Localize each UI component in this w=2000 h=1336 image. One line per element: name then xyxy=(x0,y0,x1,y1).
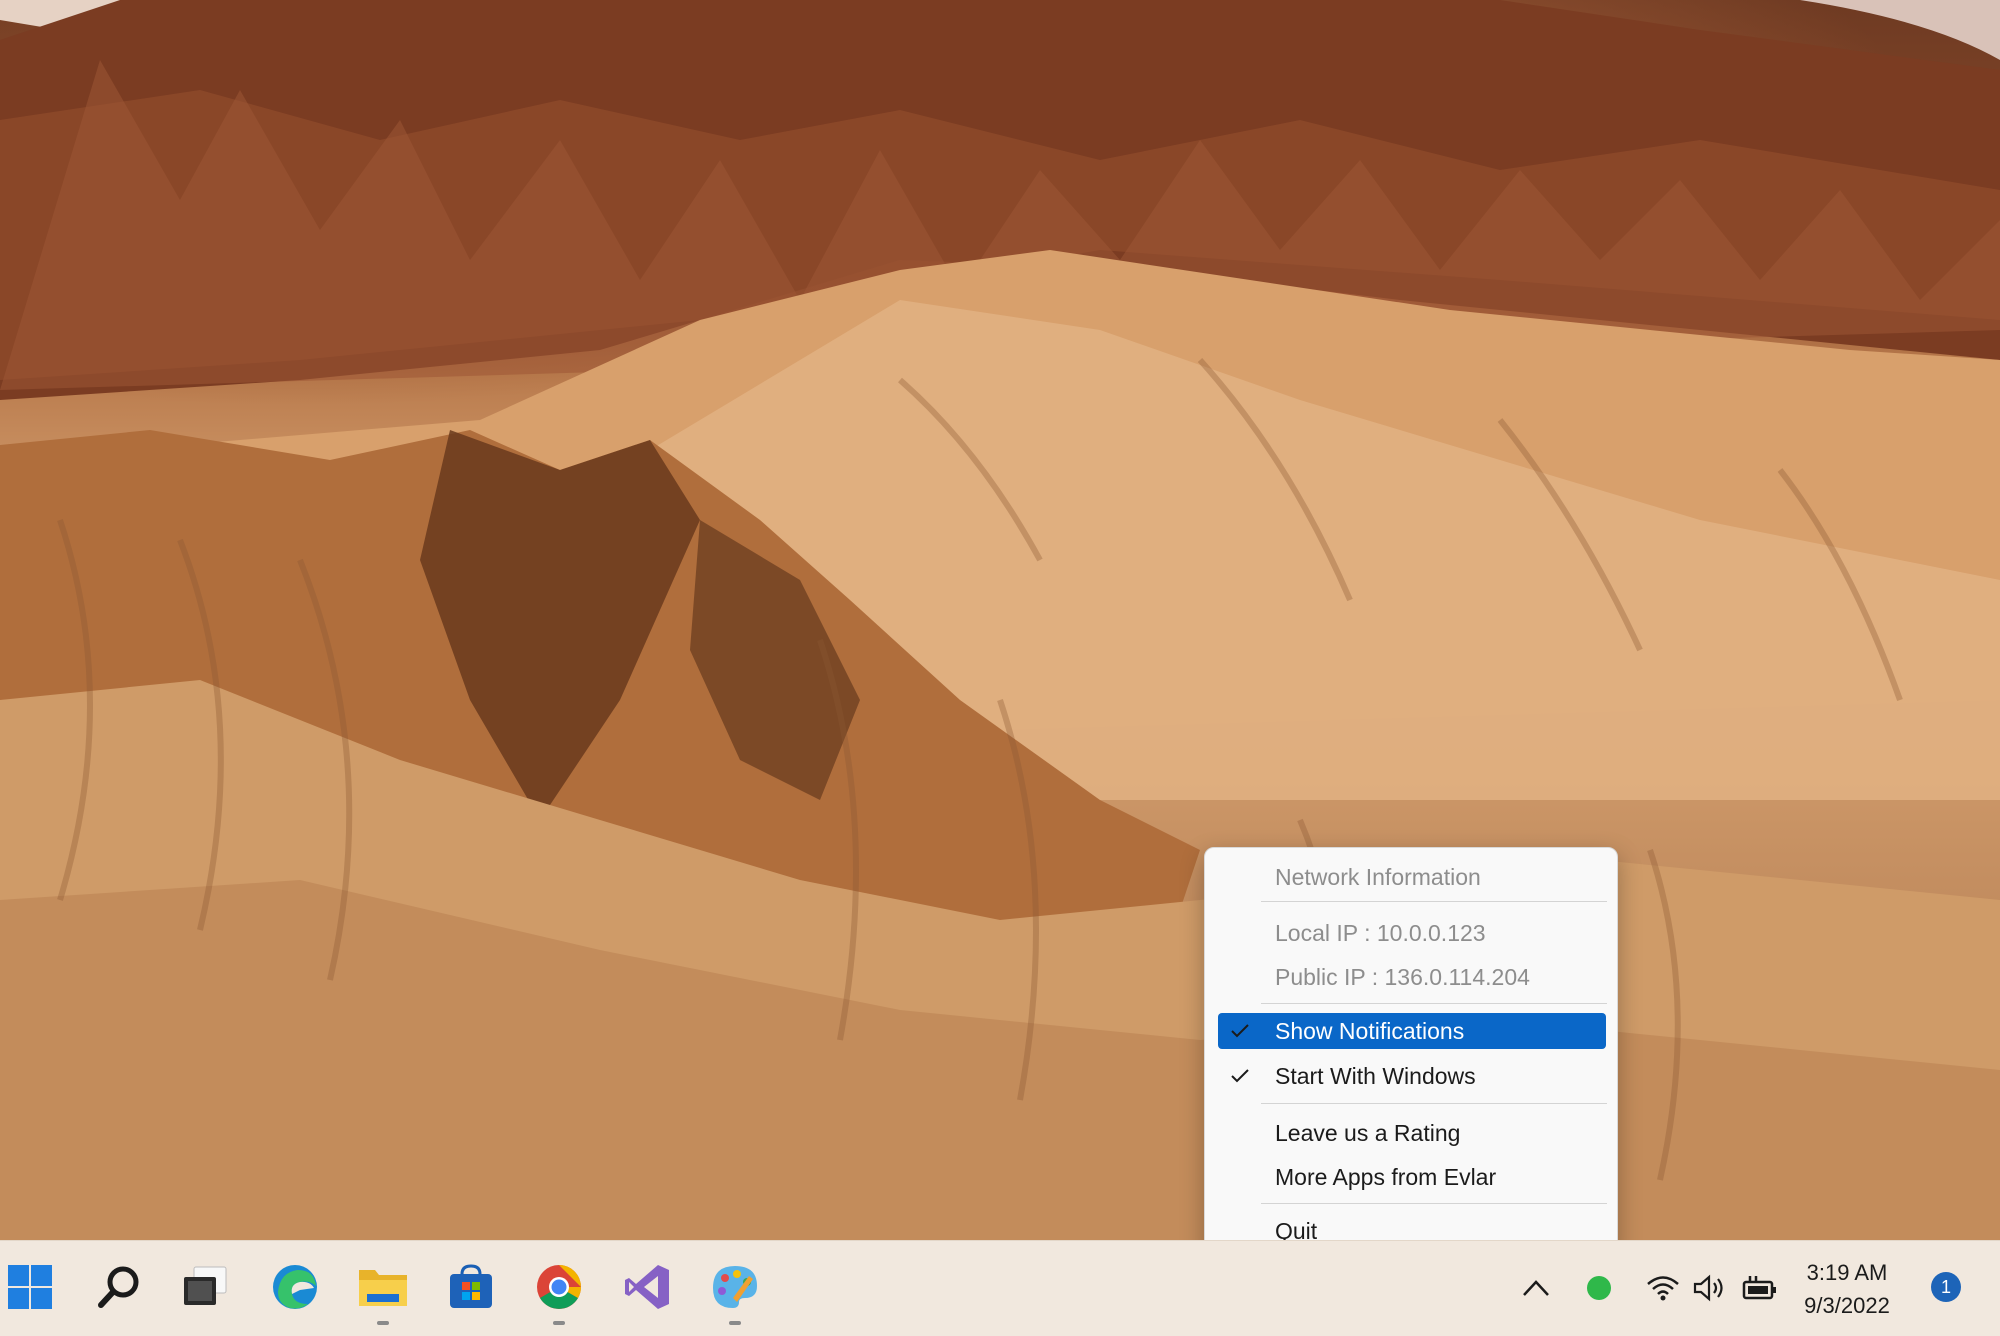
checkmark-icon xyxy=(1228,1013,1252,1049)
task-view-icon xyxy=(184,1266,227,1305)
visual-studio-button[interactable] xyxy=(611,1251,683,1323)
task-view-button[interactable] xyxy=(170,1251,242,1323)
clock-date: 9/3/2022 xyxy=(1804,1293,1890,1318)
wallpaper-landscape xyxy=(0,0,2000,1240)
start-button[interactable] xyxy=(0,1251,66,1323)
store-icon xyxy=(450,1264,492,1308)
search-button[interactable] xyxy=(83,1251,155,1323)
notification-count-badge[interactable]: 1 xyxy=(1931,1272,1961,1302)
show-notifications-label: Show Notifications xyxy=(1275,1018,1465,1044)
microsoft-store-button[interactable] xyxy=(435,1251,507,1323)
local-ip-label: Local IP : 10.0.0.123 xyxy=(1275,920,1486,946)
tray-context-menu: Network Information Local IP : 10.0.0.12… xyxy=(1204,847,1618,1257)
network-info-tray-icon[interactable] xyxy=(1582,1263,1616,1313)
paint-palette-icon xyxy=(713,1266,757,1308)
speaker-icon xyxy=(1693,1274,1723,1302)
wifi-button[interactable] xyxy=(1645,1263,1681,1313)
chrome-button[interactable] xyxy=(523,1251,595,1325)
start-with-windows-label: Start With Windows xyxy=(1275,1063,1476,1089)
menu-item-show-notifications[interactable]: Show Notifications xyxy=(1218,1013,1606,1049)
edge-button[interactable] xyxy=(259,1251,331,1323)
volume-button[interactable] xyxy=(1691,1263,1727,1313)
running-indicator xyxy=(553,1321,565,1325)
menu-separator xyxy=(1261,1003,1607,1004)
desktop-wallpaper xyxy=(0,0,2000,1240)
clock-time: 3:19 AM xyxy=(1806,1260,1888,1285)
wifi-icon xyxy=(1647,1276,1679,1301)
menu-separator xyxy=(1261,1203,1607,1204)
menu-header-label: Network Information xyxy=(1275,864,1481,890)
battery-charging-icon xyxy=(1742,1276,1776,1300)
chrome-icon xyxy=(537,1265,581,1309)
chevron-up-icon xyxy=(1523,1280,1549,1296)
running-indicator xyxy=(729,1321,741,1325)
public-ip-label: Public IP : 136.0.114.204 xyxy=(1275,964,1530,990)
edge-icon xyxy=(273,1265,317,1309)
show-hidden-icons-button[interactable] xyxy=(1516,1263,1556,1313)
menu-item-start-with-windows[interactable]: Start With Windows xyxy=(1218,1058,1606,1094)
folder-icon xyxy=(359,1270,407,1306)
windows-logo-icon xyxy=(8,1265,52,1309)
running-indicator xyxy=(377,1321,389,1325)
menu-item-local-ip: Local IP : 10.0.0.123 xyxy=(1218,915,1606,951)
menu-separator xyxy=(1261,901,1607,902)
menu-separator xyxy=(1261,1103,1607,1104)
battery-button[interactable] xyxy=(1740,1263,1780,1313)
taskbar: 3:19 AM 9/3/2022 1 xyxy=(0,1240,2000,1336)
clock[interactable]: 3:19 AM 9/3/2022 xyxy=(1792,1256,1902,1322)
menu-header-network-information: Network Information xyxy=(1218,859,1606,895)
menu-item-more-apps[interactable]: More Apps from Evlar xyxy=(1218,1159,1606,1195)
leave-rating-label: Leave us a Rating xyxy=(1275,1120,1461,1146)
visual-studio-icon xyxy=(625,1265,669,1309)
menu-item-public-ip: Public IP : 136.0.114.204 xyxy=(1218,959,1606,995)
menu-item-leave-rating[interactable]: Leave us a Rating xyxy=(1218,1115,1606,1151)
search-icon xyxy=(98,1266,139,1308)
status-dot-icon xyxy=(1587,1276,1611,1300)
checkmark-icon xyxy=(1228,1058,1252,1094)
file-explorer-button[interactable] xyxy=(347,1251,419,1325)
more-apps-label: More Apps from Evlar xyxy=(1275,1164,1497,1190)
paint-button[interactable] xyxy=(699,1251,771,1325)
